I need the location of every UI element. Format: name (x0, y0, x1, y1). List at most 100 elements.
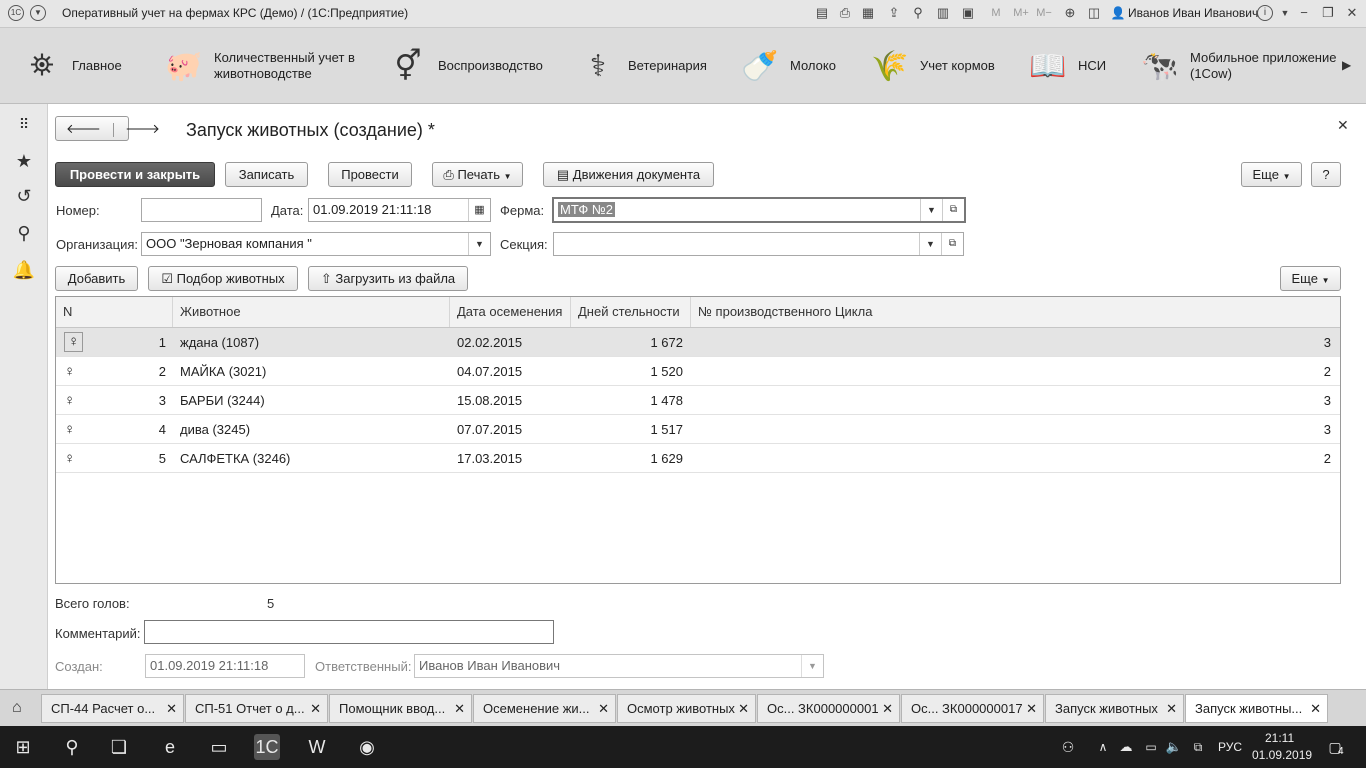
main-menu-chevron-icon[interactable]: ▼ (30, 5, 46, 21)
language-indicator[interactable]: РУС (1218, 740, 1242, 754)
calendar-icon[interactable]: ▦ (468, 199, 490, 221)
date-field[interactable]: 01.09.2019 21:11:18 ▦ (308, 198, 491, 222)
section-open-icon[interactable]: ⧉ (941, 233, 963, 255)
table-icon[interactable]: ▥ (935, 5, 951, 21)
zoom-icon[interactable]: ⊕ (1062, 5, 1078, 21)
close-tab-icon[interactable]: ✕ (882, 695, 893, 722)
organization-field[interactable]: ООО "Зерновая компания " ▼ (141, 232, 491, 256)
table-more-button[interactable]: Еще ▼ (1280, 266, 1341, 291)
word-icon[interactable]: W (304, 734, 330, 760)
info-menu-chevron-icon[interactable]: ▼ (1277, 5, 1293, 21)
number-field[interactable] (141, 198, 262, 222)
minimize-icon[interactable]: − (1296, 5, 1312, 21)
print-button[interactable]: ⎙ Печать ▼ (432, 162, 523, 187)
window-tab[interactable]: Помощник ввод... ✕ (329, 694, 472, 723)
column-header-insemination-date[interactable]: Дата осеменения (450, 297, 571, 327)
table-row[interactable]: ♀ 5 САЛФЕТКА (3246) 17.03.2015 1 629 2 (56, 444, 1340, 473)
responsible-field[interactable]: Иванов Иван Иванович ▼ (414, 654, 824, 678)
document-movements-button[interactable]: ▤ Движения документа (543, 162, 714, 187)
1c-logo-icon[interactable]: 1С (8, 5, 24, 21)
memory-mminus-button[interactable]: M− (1034, 5, 1054, 21)
column-header-n[interactable]: N (56, 297, 173, 327)
forward-arrow-icon[interactable]: 🡒 (125, 121, 160, 136)
clock-date[interactable]: 01.09.2019 (1252, 748, 1312, 762)
action-center-icon[interactable]: ▢ (1322, 734, 1348, 760)
network-icon[interactable]: ⧉ (1185, 734, 1211, 760)
comment-field[interactable] (144, 620, 554, 644)
preview-icon[interactable]: ▦ (860, 5, 876, 21)
window-tab[interactable]: Ос... ЗК000000001 ✕ (757, 694, 900, 723)
section-field[interactable]: ▼ ⧉ (553, 232, 964, 256)
close-tab-icon[interactable]: ✕ (454, 695, 465, 722)
info-icon[interactable]: i (1257, 5, 1273, 21)
1c-app-icon[interactable]: 1С (254, 734, 280, 760)
section-nsi[interactable]: 📖 НСИ (1026, 36, 1106, 96)
section-quantity[interactable]: 🐖 Количественный учет в животноводстве (162, 36, 355, 96)
user-name[interactable]: Иванов Иван Иванович (1128, 6, 1258, 20)
section-mobile[interactable]: 🐄 Мобильное приложение (1Cow) (1138, 36, 1336, 96)
notifications-bell-icon[interactable]: 🔔 (12, 258, 36, 282)
section-milk[interactable]: 🍼 Молоко (738, 36, 836, 96)
close-tab-icon[interactable]: ✕ (1026, 695, 1037, 722)
people-icon[interactable]: ⚇ (1055, 734, 1081, 760)
close-tab-icon[interactable]: ✕ (598, 695, 609, 722)
save-icon[interactable]: ▤ (814, 5, 830, 21)
window-tab[interactable]: СП-51 Отчет о д... ✕ (185, 694, 328, 723)
restore-icon[interactable]: ❐ (1320, 5, 1336, 21)
window-tab[interactable]: Запуск животных ✕ (1045, 694, 1184, 723)
window-tab[interactable]: Осмотр животных ✕ (617, 694, 756, 723)
print-icon[interactable]: ⎙ (837, 5, 853, 21)
close-tab-icon[interactable]: ✕ (166, 695, 177, 722)
close-tab-icon[interactable]: ✕ (1166, 695, 1177, 722)
apps-grid-icon[interactable]: ⠿ (12, 112, 36, 136)
user-icon[interactable]: 👤 (1110, 5, 1126, 21)
farm-field[interactable]: МТФ №2 ▼ ⧉ (552, 197, 966, 223)
window-tab[interactable]: Осеменение жи... ✕ (473, 694, 616, 723)
cloud-icon[interactable]: ☁ (1113, 734, 1139, 760)
panels-icon[interactable]: ◫ (1086, 5, 1102, 21)
table-row[interactable]: ♀ 4 дива (3245) 07.07.2015 1 517 3 (56, 415, 1340, 444)
help-button[interactable]: ? (1311, 162, 1341, 187)
add-row-button[interactable]: Добавить (55, 266, 138, 291)
more-button[interactable]: Еще ▼ (1241, 162, 1302, 187)
section-reproduction[interactable]: ⚥ Воспроизводство (386, 36, 542, 96)
table-row[interactable]: ♀ 1 ждана (1087) 02.02.2015 1 672 3 (56, 328, 1340, 357)
responsible-dropdown-icon[interactable]: ▼ (801, 655, 823, 677)
back-arrow-icon[interactable]: 🡐 (66, 121, 101, 136)
close-tab-icon[interactable]: ✕ (310, 695, 321, 722)
edge-browser-icon[interactable]: e (157, 734, 183, 760)
close-tab-icon[interactable]: ✕ (738, 695, 749, 722)
animals-table[interactable]: N Животное Дата осеменения Дней стельнос… (55, 296, 1341, 584)
task-view-icon[interactable]: ❏ (106, 734, 132, 760)
section-main[interactable]: ⛯ Главное (20, 36, 122, 96)
window-tab[interactable]: СП-44 Расчет о... ✕ (41, 694, 184, 723)
close-tab-icon[interactable]: ✕ (1310, 695, 1321, 722)
search-icon[interactable]: ⚲ (59, 734, 85, 760)
close-window-icon[interactable]: ✕ (1344, 5, 1360, 21)
chrome-icon[interactable]: ◉ (354, 734, 380, 760)
memory-mplus-button[interactable]: M+ (1010, 5, 1032, 21)
close-form-icon[interactable]: ✕ (1337, 117, 1349, 134)
upload-icon[interactable]: ⇪ (886, 5, 902, 21)
organization-dropdown-icon[interactable]: ▼ (468, 233, 490, 255)
clock-time[interactable]: 21:11 (1265, 731, 1294, 745)
section-veterinary[interactable]: ⚕ Ветеринария (576, 36, 707, 96)
search-icon[interactable]: ⚲ (12, 221, 36, 245)
load-from-file-button[interactable]: ⇧ Загрузить из файла (308, 266, 468, 291)
volume-icon[interactable]: 🔈 (1161, 734, 1187, 760)
pick-animals-button[interactable]: ☑ Подбор животных (148, 266, 298, 291)
window-tab[interactable]: Ос... ЗК000000017 ✕ (901, 694, 1044, 723)
column-header-animal[interactable]: Животное (173, 297, 450, 327)
table-row[interactable]: ♀ 3 БАРБИ (3244) 15.08.2015 1 478 3 (56, 386, 1340, 415)
post-button[interactable]: Провести (328, 162, 412, 187)
column-header-cycle[interactable]: № производственного Цикла (691, 297, 1340, 327)
scroll-right-icon[interactable]: ▶ (1342, 58, 1351, 72)
favorites-star-icon[interactable]: ★ (12, 149, 36, 173)
windows-start-icon[interactable]: ⊞ (10, 734, 36, 760)
table-row[interactable]: ♀ 2 МАЙКА (3021) 04.07.2015 1 520 2 (56, 357, 1340, 386)
history-icon[interactable]: ↺ (12, 184, 36, 208)
calendar-icon[interactable]: ▣ (960, 5, 976, 21)
home-icon[interactable]: ⌂ (12, 699, 22, 717)
farm-dropdown-icon[interactable]: ▼ (920, 199, 942, 221)
window-tab[interactable]: Запуск животны... ✕ (1185, 694, 1328, 723)
